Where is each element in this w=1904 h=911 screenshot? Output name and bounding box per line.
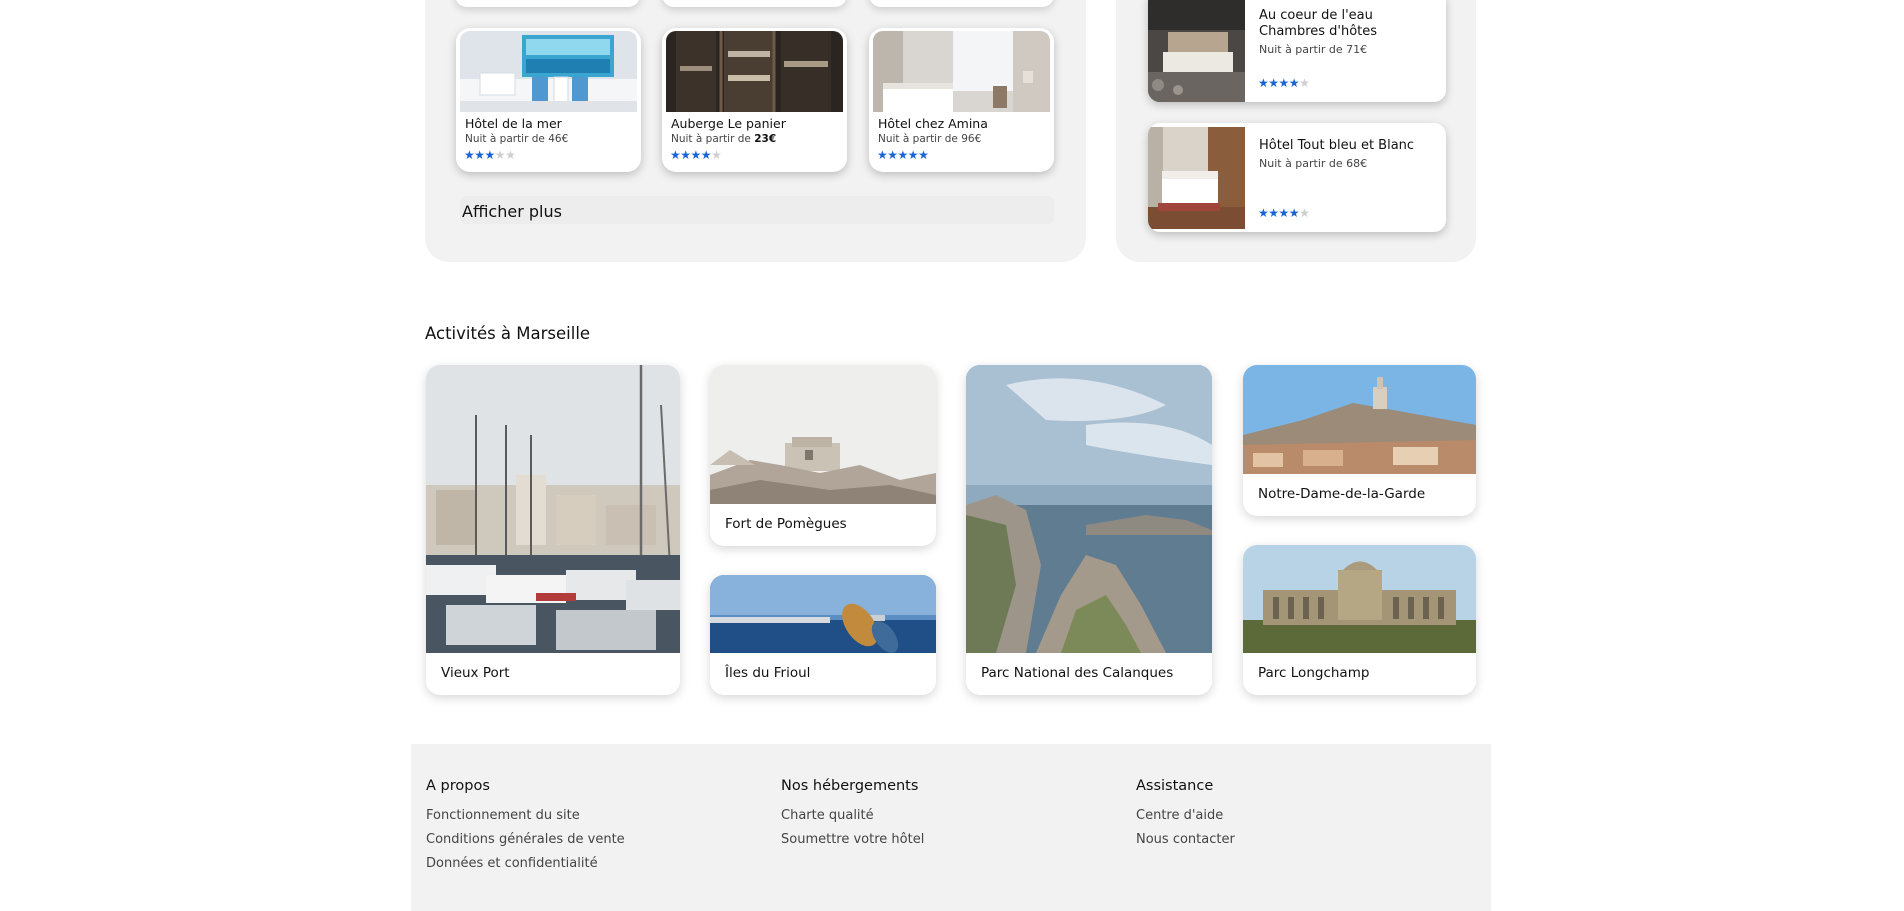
star-filled-icon: ★ bbox=[897, 148, 909, 162]
activities-title: Activités à Marseille bbox=[425, 324, 591, 343]
star-filled-icon: ★ bbox=[1278, 206, 1290, 220]
star-empty-icon: ★ bbox=[494, 148, 506, 162]
activity-card-vieux-port[interactable]: Vieux Port bbox=[426, 365, 680, 695]
show-more-label: Afficher plus bbox=[462, 202, 562, 221]
activity-label[interactable]: Notre-Dame-de-la-Garde bbox=[1258, 486, 1425, 502]
footer-link[interactable]: Nous contacter bbox=[1136, 828, 1235, 852]
star-filled-icon: ★ bbox=[474, 148, 485, 162]
footer-link[interactable]: Centre d'aide bbox=[1136, 804, 1235, 828]
hotel-card[interactable]: Hôtel chez Amina Nuit à partir de 96€ ★★… bbox=[869, 28, 1054, 172]
footer-about: A propos Fonctionnement du site Conditio… bbox=[426, 778, 625, 876]
hotel-price: Nuit à partir de 96€ bbox=[878, 133, 982, 145]
activity-card-longchamp[interactable]: Parc Longchamp bbox=[1243, 545, 1476, 695]
hotel-photo bbox=[1148, 0, 1245, 102]
star-filled-icon: ★ bbox=[887, 148, 898, 162]
side-hotel-price: Nuit à partir de 71€ bbox=[1259, 43, 1368, 56]
activity-card-notre-dame[interactable]: Notre-Dame-de-la-Garde bbox=[1243, 365, 1476, 516]
footer-accommodations: Nos hébergements Charte qualité Soumettr… bbox=[781, 778, 924, 852]
side-hotel-card[interactable]: Au coeur de l'eau Chambres d'hôtes Nuit … bbox=[1148, 0, 1446, 102]
activity-card-fort[interactable]: Fort de Pomègues bbox=[710, 365, 936, 546]
hotel-name[interactable]: Auberge Le panier bbox=[671, 116, 786, 131]
activity-card-frioul[interactable]: Îles du Frioul bbox=[710, 575, 936, 695]
hotel-card[interactable]: Hôtel de la mer Nuit à partir de 46€ ★★★… bbox=[456, 28, 641, 172]
activity-photo bbox=[1243, 545, 1476, 653]
star-filled-icon: ★ bbox=[1288, 206, 1300, 220]
star-filled-icon: ★ bbox=[690, 148, 702, 162]
footer-heading: Assistance bbox=[1136, 778, 1214, 794]
side-hotel-price: Nuit à partir de 68€ bbox=[1259, 157, 1368, 170]
side-hotel-name[interactable]: Au coeur de l'eau Chambres d'hôtes bbox=[1259, 8, 1377, 40]
hotel-price: Nuit à partir de 46€ bbox=[465, 133, 569, 145]
star-empty-icon: ★ bbox=[1299, 206, 1310, 220]
star-filled-icon: ★ bbox=[1258, 206, 1269, 220]
activity-label[interactable]: Vieux Port bbox=[441, 665, 510, 681]
rating-stars: ★★★★★ bbox=[1258, 76, 1310, 90]
side-hotel-name[interactable]: Hôtel Tout bleu et Blanc bbox=[1259, 138, 1414, 154]
activity-photo bbox=[1243, 365, 1476, 474]
hotel-photo bbox=[1148, 127, 1245, 229]
activity-photo bbox=[966, 365, 1212, 653]
star-filled-icon: ★ bbox=[700, 148, 712, 162]
show-more-button[interactable]: Afficher plus bbox=[460, 196, 1054, 224]
hotel-name[interactable]: Hôtel chez Amina bbox=[878, 116, 988, 131]
star-filled-icon: ★ bbox=[1268, 76, 1279, 90]
star-filled-icon: ★ bbox=[1288, 76, 1300, 90]
activity-photo bbox=[426, 365, 680, 653]
rating-stars: ★★★★★ bbox=[464, 148, 516, 162]
hotel-photo bbox=[460, 31, 637, 112]
star-filled-icon: ★ bbox=[1278, 76, 1290, 90]
rating-stars: ★★★★★ bbox=[1258, 206, 1310, 220]
side-hotel-card[interactable]: Hôtel Tout bleu et Blanc Nuit à partir d… bbox=[1148, 123, 1446, 232]
star-filled-icon: ★ bbox=[1258, 76, 1269, 90]
star-filled-icon: ★ bbox=[670, 148, 681, 162]
activity-photo bbox=[710, 575, 936, 653]
star-filled-icon: ★ bbox=[877, 148, 888, 162]
footer-heading: A propos bbox=[426, 778, 490, 794]
star-filled-icon: ★ bbox=[918, 148, 929, 162]
rating-stars: ★★★★★ bbox=[877, 148, 929, 162]
footer-link[interactable]: Charte qualité bbox=[781, 804, 924, 828]
hotel-card[interactable]: Auberge Le panier Nuit à partir de 23€ ★… bbox=[662, 28, 847, 172]
star-filled-icon: ★ bbox=[484, 148, 496, 162]
activity-photo bbox=[710, 365, 936, 504]
footer-link[interactable]: Données et confidentialité bbox=[426, 852, 625, 876]
activity-card-calanques[interactable]: Parc National des Calanques bbox=[966, 365, 1212, 695]
footer-link[interactable]: Soumettre votre hôtel bbox=[781, 828, 924, 852]
star-empty-icon: ★ bbox=[1299, 76, 1310, 90]
star-empty-icon: ★ bbox=[505, 148, 516, 162]
star-filled-icon: ★ bbox=[464, 148, 475, 162]
site-footer: A propos Fonctionnement du site Conditio… bbox=[411, 744, 1491, 911]
hotel-photo bbox=[873, 31, 1050, 112]
footer-heading: Nos hébergements bbox=[781, 778, 919, 794]
hotel-card-partial[interactable] bbox=[662, 0, 847, 7]
hotel-card-partial[interactable] bbox=[869, 0, 1054, 7]
rating-stars: ★★★★★ bbox=[670, 148, 722, 162]
star-filled-icon: ★ bbox=[907, 148, 919, 162]
hotel-name[interactable]: Hôtel de la mer bbox=[465, 116, 562, 131]
star-filled-icon: ★ bbox=[680, 148, 691, 162]
hotel-card-partial[interactable] bbox=[455, 0, 640, 7]
hotel-price: Nuit à partir de 23€ bbox=[671, 133, 777, 145]
footer-link[interactable]: Conditions générales de vente bbox=[426, 828, 625, 852]
activity-label[interactable]: Fort de Pomègues bbox=[725, 516, 847, 532]
footer-assistance: Assistance Centre d'aide Nous contacter bbox=[1136, 778, 1235, 852]
footer-link[interactable]: Fonctionnement du site bbox=[426, 804, 625, 828]
activity-label[interactable]: Îles du Frioul bbox=[725, 665, 810, 681]
star-empty-icon: ★ bbox=[711, 148, 722, 162]
hotel-photo bbox=[666, 31, 843, 112]
activity-label[interactable]: Parc Longchamp bbox=[1258, 665, 1369, 681]
star-filled-icon: ★ bbox=[1268, 206, 1279, 220]
activity-label[interactable]: Parc National des Calanques bbox=[981, 665, 1173, 681]
